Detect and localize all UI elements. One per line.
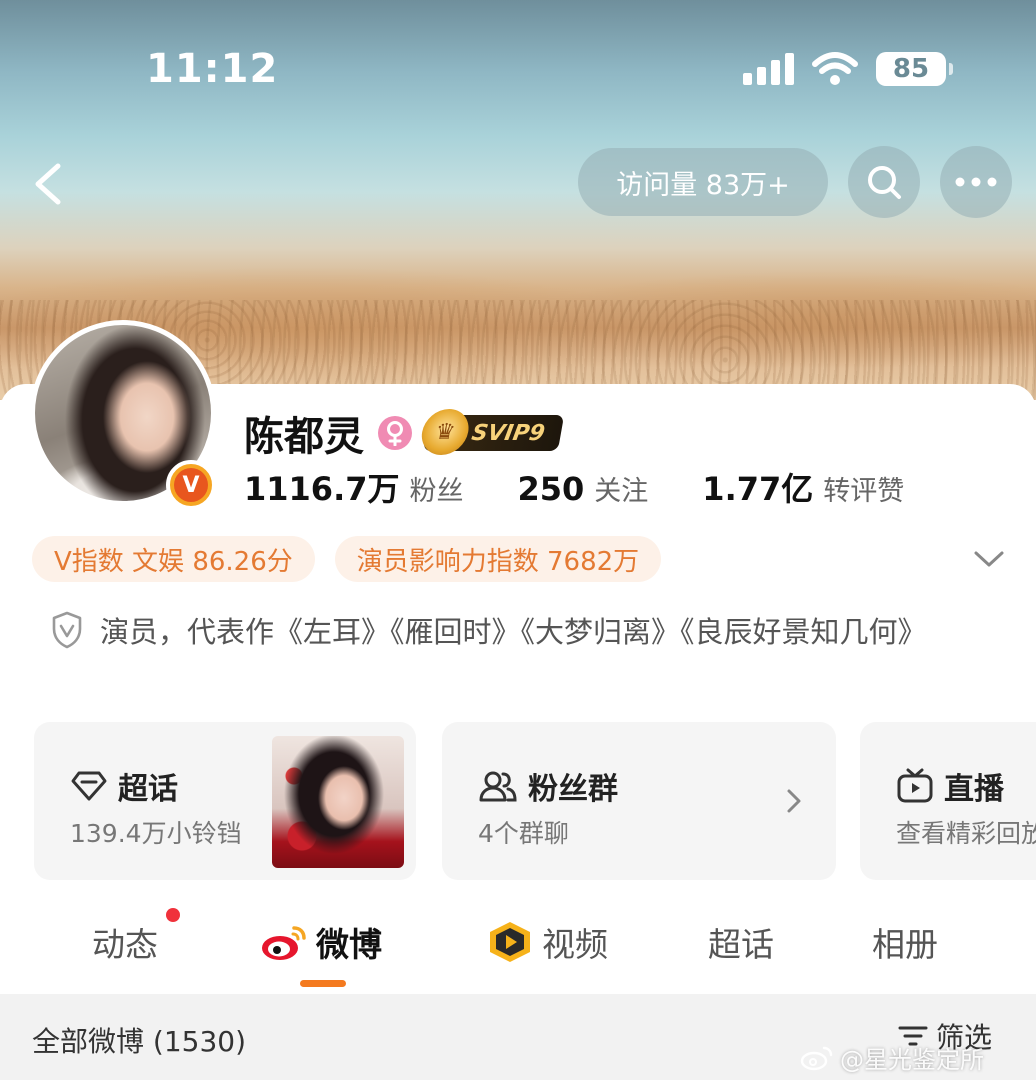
verified-badge-icon: V (166, 460, 216, 510)
weibo-watermark-icon (800, 1046, 833, 1070)
status-time: 11:12 (146, 46, 279, 92)
tab-video[interactable]: 视频 (486, 918, 608, 966)
weibo-logo-icon (262, 926, 306, 960)
video-play-badge-icon (490, 922, 530, 962)
crown-icon: ♛ (418, 409, 473, 455)
tab-album[interactable]: 相册 (872, 918, 938, 966)
chevron-down-icon[interactable] (972, 544, 1006, 574)
verified-mark: V (174, 468, 208, 502)
supertopic-poster-image (272, 736, 404, 868)
tags-row: V指数 文娱 86.26分 演员影响力指数 7682万 (32, 536, 662, 582)
search-button[interactable] (848, 146, 920, 218)
fan-group-card[interactable]: 粉丝群 4个群聊 (442, 722, 836, 880)
diamond-icon (71, 771, 107, 801)
stat-label: 转评赞 (823, 476, 905, 507)
cellular-signal-icon (743, 53, 794, 85)
supertopic-title-row: 超话 (70, 764, 178, 808)
battery-icon: 85 (876, 52, 953, 86)
bio: 演员，代表作《左耳》《雁回时》《大梦归离》《良辰好景知几何》 (50, 604, 970, 660)
supertopic-title: 超话 (118, 772, 178, 807)
name-row: 陈都灵 ♛ SVIP9 (244, 404, 564, 462)
tab-weibo[interactable]: 微博 (260, 918, 382, 966)
more-dots-icon (955, 177, 997, 187)
status-indicators: 85 (743, 52, 953, 86)
fan-group-subtitle: 4个群聊 (478, 819, 569, 848)
visits-counter-button[interactable]: 访问量 83万+ (578, 148, 828, 216)
profile-tabs: 动态 微博 视频 超话 相册 (0, 900, 1036, 992)
shield-verified-icon (52, 611, 82, 649)
more-options-button[interactable] (940, 146, 1012, 218)
tab-label: 动态 (92, 925, 158, 964)
wifi-icon (812, 52, 858, 85)
supertopic-card[interactable]: 超话 139.4万小铃铛 (34, 722, 416, 880)
tab-activity[interactable]: 动态 (92, 918, 158, 966)
group-people-icon (479, 771, 517, 802)
live-title-row: 直播 (896, 764, 1004, 808)
tv-icon (897, 768, 933, 803)
v-index-tag[interactable]: V指数 文娱 86.26分 (32, 536, 315, 582)
notification-dot (166, 908, 180, 922)
user-name: 陈都灵 (244, 414, 364, 460)
stat-label: 粉丝 (409, 476, 464, 507)
stat-followers[interactable]: 1116.7万 粉丝 (244, 464, 464, 510)
active-tab-indicator (300, 980, 346, 987)
svip-label: SVIP9 (469, 420, 547, 446)
watermark-text: @星光鉴定所 (840, 1046, 984, 1074)
supertopic-subtitle: 139.4万小铃铛 (70, 819, 242, 848)
visits-label: 访问量 83万+ (616, 169, 790, 201)
live-subtitle: 查看精彩回放 (896, 819, 1036, 848)
all-posts-count: 全部微博 (1530) (32, 1025, 247, 1058)
female-gender-icon (378, 416, 412, 450)
fan-group-title: 粉丝群 (528, 772, 618, 807)
live-card[interactable]: 直播 查看精彩回放 (860, 722, 1036, 880)
tab-label: 微博 (316, 925, 382, 964)
stat-following[interactable]: 250 关注 (518, 469, 649, 508)
stat-number: 250 (517, 470, 585, 508)
search-icon (868, 166, 901, 199)
bio-text: 演员，代表作《左耳》《雁回时》《大梦归离》《良辰好景知几何》 (100, 615, 927, 649)
tab-label: 相册 (872, 925, 938, 964)
back-arrow-icon[interactable] (28, 160, 68, 208)
stat-number: 1.77亿 (702, 470, 814, 508)
chevron-right-icon (787, 789, 801, 813)
tab-supertopic[interactable]: 超话 (708, 918, 774, 966)
stats-row: 1116.7万 粉丝 250 关注 1.77亿 转评赞 (244, 464, 958, 510)
live-title: 直播 (944, 772, 1004, 807)
watermark: @星光鉴定所 (800, 1040, 984, 1075)
stat-interactions[interactable]: 1.77亿 转评赞 (702, 464, 904, 510)
tab-label: 超话 (708, 925, 774, 964)
tab-label: 视频 (542, 925, 608, 964)
svip-badge[interactable]: ♛ SVIP9 (418, 409, 564, 455)
stat-label: 关注 (594, 476, 649, 507)
stat-number: 1116.7万 (244, 470, 400, 508)
actor-influence-tag[interactable]: 演员影响力指数 7682万 (334, 536, 662, 582)
fan-group-title-row: 粉丝群 (478, 764, 618, 808)
